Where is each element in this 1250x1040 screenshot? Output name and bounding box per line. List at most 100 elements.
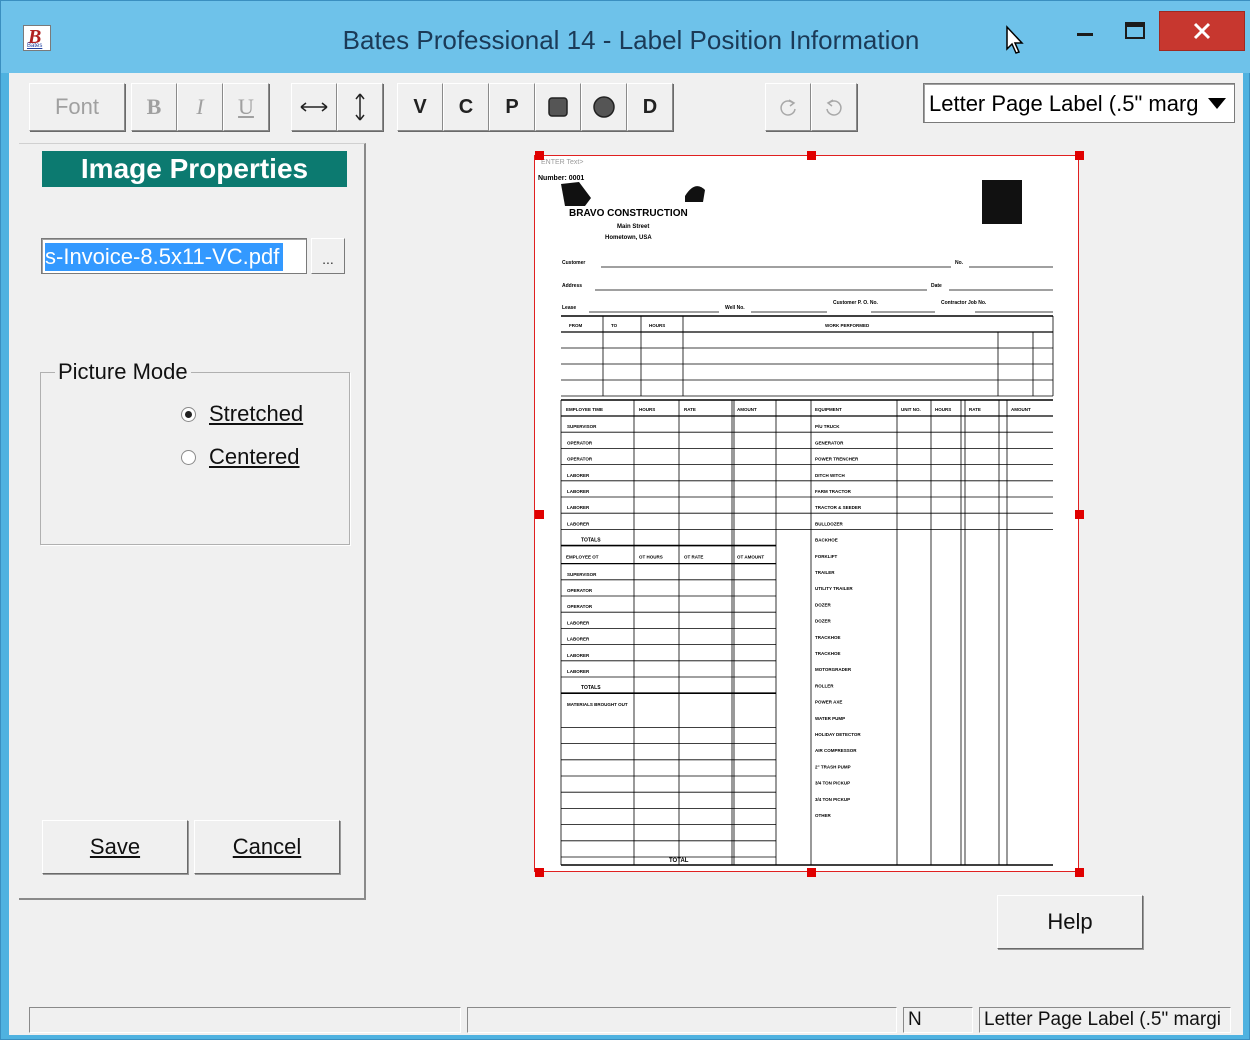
font-button[interactable]: Font [29,83,125,131]
doc-well-label: Well No. [725,305,745,311]
doc-equipment-row: POWER TRENCHER [815,457,859,462]
stretched-label: Stretched [209,401,304,426]
doc-equipment-row: GENERATOR [815,440,844,445]
resize-handle-left[interactable] [535,510,544,519]
doc-equipment-row: TRACKHOE [815,635,841,640]
doc-ot-row: OPERATOR [567,604,593,609]
doc-employee-row: LABORER [567,521,590,526]
doc-employee-header: EMPLOYEE TIME [566,407,603,412]
italic-button-label: I [196,94,204,119]
panel-header: Image Properties [42,151,347,187]
label-preview[interactable]: ENTER Text> Number: 0001 BRAVO CONSTRUCT… [534,155,1079,872]
underline-button[interactable]: U [223,83,269,131]
doc-work-header: WORK PERFORMED [825,323,870,328]
doc-equipment-row: DITCH WITCH [815,473,845,478]
d-button[interactable]: D [627,83,673,131]
rotate-ccw-icon [826,99,842,116]
resize-handle-top[interactable] [807,151,816,160]
doc-equipment-row: BACKHOE [815,538,838,543]
save-button[interactable]: Save [42,820,188,874]
centered-label: Centered [209,444,300,470]
p-button-label: P [505,95,519,118]
doc-equipment-row: P/U TRUCK [815,424,840,429]
doc-equipment-row: DOZER [815,602,832,607]
rotate-cw-icon [780,99,796,116]
doc-address-line1: Main Street [617,224,649,230]
doc-ot-header: OT RATE [684,555,703,560]
maximize-icon [1125,22,1145,39]
doc-equipment-header: HOURS [935,407,951,412]
image-properties-panel: Image Properties s-Invoice-8.5x11-VC.pdf… [19,143,366,900]
v-button[interactable]: V [397,83,443,131]
centered-radio[interactable] [181,449,196,465]
resize-handle-top-left[interactable] [535,151,544,160]
rotate-right-button[interactable] [765,83,811,131]
rotate-left-button[interactable] [811,83,857,131]
circle-icon [593,96,615,118]
resize-handle-top-right[interactable] [1075,151,1084,160]
doc-equipment-row: FARM TRACTOR [815,489,852,494]
triangle-down-icon [1208,98,1226,109]
cancel-button[interactable]: Cancel [194,820,340,874]
image-file-field[interactable]: s-Invoice-8.5x11-VC.pdf [41,238,307,274]
rectangle-button[interactable] [535,83,581,131]
doc-customer-label: Customer [562,260,585,266]
doc-equipment-row: FORKLIFT [815,554,837,559]
label-type-select[interactable]: Letter Page Label (.5" margi [923,83,1235,123]
doc-ot-header: OT AMOUNT [737,555,764,560]
stretched-option[interactable]: Stretched [181,401,307,427]
vertical-align-button[interactable] [337,83,383,131]
doc-equipment-row: HOLIDAY DETECTOR [815,732,861,737]
doc-address-line2: Hometown, USA [605,235,652,241]
doc-contractor-job-label: Contractor Job No. [941,300,987,306]
doc-equipment-row: AIR COMPRESSOR [815,748,857,753]
browse-button[interactable]: ... [311,238,345,274]
resize-handle-bottom-right[interactable] [1075,868,1084,877]
d-button-label: D [642,95,658,118]
mouse-cursor-icon [1006,25,1024,54]
doc-equipment-row: BULLDOZER [815,521,843,526]
doc-corner-logo [982,180,1022,224]
label-type-dropdown-button[interactable] [1202,86,1232,120]
doc-ot-row: LABORER [567,620,590,625]
font-button-label: Font [54,94,100,119]
bold-button[interactable]: B [131,83,177,131]
doc-employee-row: OPERATOR [567,457,593,462]
minimize-icon [1077,33,1093,36]
doc-equipment-row: ROLLER [815,683,834,688]
doc-equipment-row: UTILITY TRAILER [815,586,853,591]
italic-button[interactable]: I [177,83,223,131]
save-button-label: Save [89,834,141,859]
help-button[interactable]: Help [997,895,1143,949]
stretched-radio[interactable] [181,406,196,422]
horizontal-align-button[interactable] [291,83,337,131]
centered-label-text: Centered [209,444,300,469]
close-button[interactable] [1159,11,1245,51]
doc-equipment-row: DOZER [815,619,832,624]
circle-button[interactable] [581,83,627,131]
centered-option[interactable]: Centered [181,444,300,470]
vertical-arrows-icon [355,93,365,121]
doc-ot-row: LABORER [567,669,590,674]
picture-mode-label: Picture Mode [55,359,191,385]
maximize-button[interactable] [1113,11,1157,51]
doc-equipment-row: TRACKHOE [815,651,841,656]
resize-handle-right[interactable] [1075,510,1084,519]
resize-handle-bottom[interactable] [807,868,816,877]
doc-work-header: TO [611,323,618,328]
v-button-label: V [413,95,427,118]
doc-equipment-row: TRACTOR & SEEDER [815,505,862,510]
c-button[interactable]: C [443,83,489,131]
p-button[interactable]: P [489,83,535,131]
minimize-button[interactable] [1063,11,1107,51]
close-icon [1193,22,1211,40]
resize-handle-bottom-left[interactable] [535,868,544,877]
status-cell-label: Letter Page Label (.5" margi [979,1007,1231,1033]
doc-date-label: Date [931,283,942,289]
doc-employee-header: AMOUNT [737,407,757,412]
doc-equipment-header: EQUIPMENT [815,407,842,412]
doc-ot-total: TOTALS [581,685,601,691]
help-button-label: Help [1047,909,1093,934]
label-type-value: Letter Page Label (.5" margi [929,91,1199,116]
c-button-label: C [458,95,474,118]
